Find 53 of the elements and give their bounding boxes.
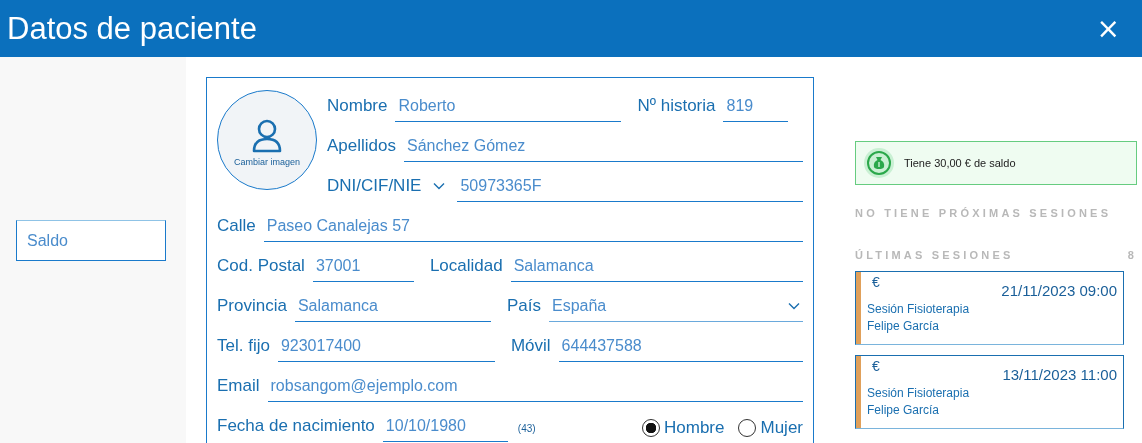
field-label: Nº historia (637, 96, 716, 117)
change-image-button[interactable]: Cambiar imagen (217, 90, 317, 190)
input-field[interactable]: 819 (723, 97, 789, 122)
person-icon (252, 119, 282, 153)
input-field[interactable]: Salamanca (510, 257, 803, 282)
saldo-button[interactable]: Saldo (16, 220, 166, 261)
session-type: Sesión Fisioterapia (867, 386, 971, 400)
balance-text: Tiene 30,00 € de saldo (904, 157, 1016, 169)
radio-button[interactable] (642, 419, 660, 437)
date-field[interactable]: 10/10/1980 (382, 417, 508, 442)
session-card[interactable]: € 21/11/2023 09:00 Sesión Fisioterapia Felipe García (855, 271, 1124, 345)
field-label: Móvil (510, 336, 551, 357)
input-field[interactable]: 37001 (312, 257, 414, 282)
field-label: Email (217, 376, 260, 397)
session-card[interactable]: € 13/11/2023 11:00 Sesión Fisioterapia Felipe García (855, 355, 1124, 429)
professional-name: Felipe García (867, 403, 941, 417)
input-field[interactable]: 923017400 (277, 337, 495, 362)
input-field[interactable]: Paseo Canalejas 57 (263, 217, 803, 242)
input-field[interactable]: 50973365F (457, 177, 803, 202)
session-date: 13/11/2023 11:00 (1002, 366, 1117, 383)
field-label: Localidad (429, 256, 503, 277)
money-bag-icon (864, 148, 894, 178)
section-heading: ÚLTIMAS SESIONES (855, 249, 1014, 261)
id-type-dropdown[interactable]: DNI/CIF/NIE (327, 176, 446, 202)
caret-icon (433, 182, 446, 190)
session-date: 21/11/2023 09:00 (1001, 282, 1117, 299)
count-text: 8 (1127, 249, 1137, 261)
input-field[interactable]: Roberto (395, 97, 622, 122)
chevron-icon (788, 302, 800, 310)
radio-button[interactable] (738, 419, 757, 437)
euro-icon: € (872, 274, 880, 299)
field-label: Tel. fijo (217, 336, 270, 357)
radio-option[interactable]: Mujer (738, 418, 803, 442)
field-label: Cod. Postal (217, 256, 305, 277)
radio-option[interactable]: Hombre (642, 418, 725, 442)
field-label: Provincia (217, 296, 287, 317)
input-field[interactable]: robsangom@ejemplo.com (267, 377, 803, 402)
input-field[interactable]: 644437588 (558, 337, 803, 362)
field-label: Nombre (327, 96, 388, 117)
field-label: País (506, 296, 541, 317)
euro-icon: € (872, 358, 880, 383)
field-label: Calle (217, 216, 256, 237)
window-title: Datos de paciente (7, 10, 257, 47)
input-field[interactable]: Sánchez Gómez (404, 137, 803, 162)
country-dropdown[interactable]: España (548, 297, 803, 322)
session-type: Sesión Fisioterapia (867, 302, 971, 316)
close-button[interactable]: × (1092, 14, 1124, 43)
input-field[interactable]: Salamanca (294, 297, 491, 322)
field-label: Apellidos (327, 136, 396, 157)
section-heading: NO TIENE PRÓXIMAS SESIONES (855, 207, 1113, 219)
age-text: (43) (517, 423, 536, 436)
field-label: Fecha de nacimiento (217, 416, 375, 437)
professional-name: Felipe García (867, 319, 941, 333)
